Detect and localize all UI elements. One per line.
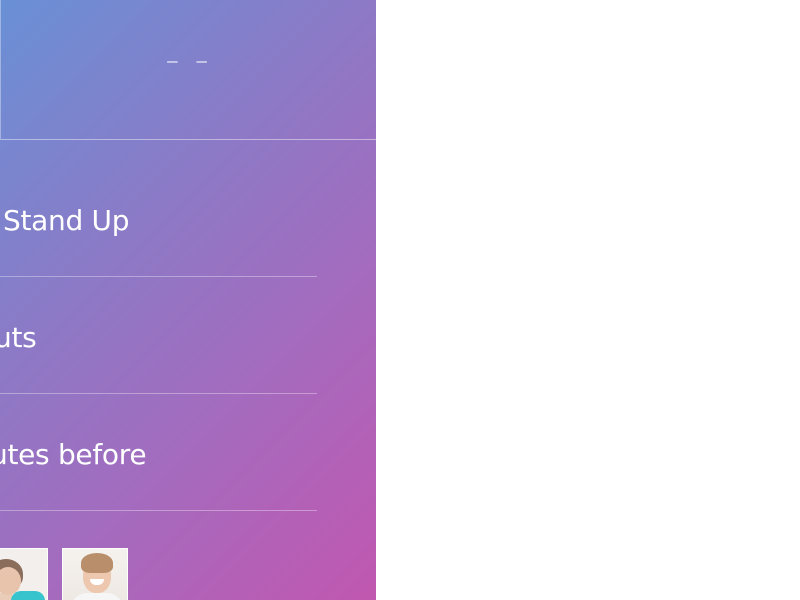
avatar-man-icon[interactable] [62,548,128,600]
panel-header: – – [0,0,376,140]
list-item[interactable]: utes before [0,394,317,511]
list-item-stand-up[interactable]: Stand Up [0,160,317,277]
meeting-panel: – – Stand Up uts utes before [0,0,376,600]
header-time: – – [165,46,213,76]
avatar-woman-icon[interactable] [0,548,48,600]
list-item-label: utes before [0,438,147,471]
list-item[interactable]: uts [0,277,317,394]
list-item-label: uts [0,321,37,354]
list-item-label: Stand Up [3,204,130,237]
